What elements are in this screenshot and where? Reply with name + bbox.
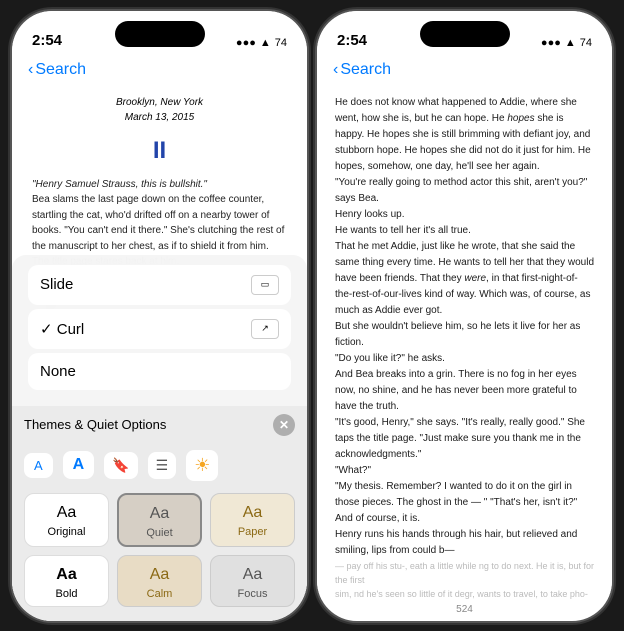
themes-grid: Aa Original Aa Quiet Aa Paper Aa Bold: [12, 487, 307, 621]
battery-icon: 74: [275, 37, 287, 49]
right-para-12: And of course, it is.: [335, 511, 594, 527]
left-back-button[interactable]: ‹ Search: [28, 61, 86, 79]
themes-label: Themes & Quiet Options: [24, 417, 166, 432]
theme-bold[interactable]: Aa Bold: [24, 555, 109, 607]
theme-calm-aa: Aa: [150, 566, 170, 584]
left-status-icons: ●●● ▲ 74: [236, 37, 287, 49]
theme-focus[interactable]: Aa Focus: [210, 555, 295, 607]
theme-quiet-aa: Aa: [150, 505, 170, 523]
curl-icon: ↗: [251, 319, 279, 339]
right-wifi-icon: ▲: [565, 37, 576, 49]
slide-panel: Slide ▭ ✓ Curl ↗ None: [12, 255, 307, 406]
theme-paper[interactable]: Aa Paper: [210, 493, 295, 547]
font-small-button[interactable]: A: [24, 453, 53, 478]
close-button[interactable]: ✕: [273, 414, 295, 436]
left-overlay: Slide ▭ ✓ Curl ↗ None: [12, 255, 307, 621]
dynamic-island: [115, 21, 205, 47]
signal-icon: ●●●: [236, 37, 256, 49]
right-para-4: He wants to tell her it's all true.: [335, 223, 594, 239]
right-para-11: "My thesis. Remember? I wanted to do it …: [335, 479, 594, 511]
theme-original-label: Original: [48, 526, 86, 538]
format-button[interactable]: ☰: [148, 452, 177, 479]
none-label: None: [40, 363, 76, 380]
left-nav-bar: ‹ Search: [12, 55, 307, 85]
left-phone: 2:54 ●●● ▲ 74 ‹ Search Brooklyn, New Yor…: [12, 11, 307, 621]
theme-quiet[interactable]: Aa Quiet: [117, 493, 202, 547]
slide-label: Slide: [40, 276, 73, 293]
book-para-1: "Henry Samuel Strauss, this is bullshit.…: [32, 177, 287, 193]
slide-option-slide[interactable]: Slide ▭: [28, 265, 291, 305]
theme-paper-label: Paper: [238, 526, 267, 538]
slide-option-none[interactable]: None: [28, 353, 291, 390]
right-para-10: "What?": [335, 463, 594, 479]
right-back-chevron: ‹: [333, 61, 338, 79]
right-battery-icon: 74: [580, 37, 592, 49]
right-time: 2:54: [337, 32, 367, 49]
wifi-icon: ▲: [260, 37, 271, 49]
right-back-button[interactable]: ‹ Search: [333, 61, 391, 79]
left-time: 2:54: [32, 32, 62, 49]
right-para-14: — pay off his stu-, eath a little while …: [335, 559, 594, 588]
theme-focus-aa: Aa: [243, 566, 263, 584]
back-chevron: ‹: [28, 61, 33, 79]
book-header: Brooklyn, New York March 13, 2015: [32, 95, 287, 125]
phones-container: 2:54 ●●● ▲ 74 ‹ Search Brooklyn, New Yor…: [12, 11, 612, 621]
slide-icon: ▭: [251, 275, 279, 295]
theme-original[interactable]: Aa Original: [24, 493, 109, 547]
right-book-content: He does not know what happened to Addie,…: [317, 85, 612, 600]
right-phone-content: ‹ Search He does not know what happened …: [317, 55, 612, 621]
right-para-2: "You're really going to method actor thi…: [335, 175, 594, 207]
font-large-button[interactable]: A: [63, 451, 95, 479]
themes-bar: Themes & Quiet Options ✕: [12, 406, 307, 444]
right-para-9: "It's good, Henry," she says. "It's real…: [335, 415, 594, 463]
right-signal-icon: ●●●: [541, 37, 561, 49]
controls-row: A A 🔖 ☰ ☀: [12, 444, 307, 487]
right-para-3: Henry looks up.: [335, 207, 594, 223]
book-chapter: II: [32, 133, 287, 169]
theme-quiet-label: Quiet: [146, 527, 172, 539]
theme-calm[interactable]: Aa Calm: [117, 555, 202, 607]
theme-bold-label: Bold: [55, 588, 77, 600]
right-para-6: But she wouldn't believe him, so he lets…: [335, 319, 594, 351]
theme-bold-aa: Aa: [56, 566, 76, 584]
book-location: Brooklyn, New York: [32, 95, 287, 110]
bookmark-button[interactable]: 🔖: [104, 452, 137, 479]
theme-paper-aa: Aa: [243, 504, 263, 522]
right-dynamic-island: [420, 21, 510, 47]
slide-option-curl[interactable]: ✓ Curl ↗: [28, 309, 291, 349]
right-phone: 2:54 ●●● ▲ 74 ‹ Search He does not know …: [317, 11, 612, 621]
brightness-button[interactable]: ☀: [186, 450, 218, 481]
right-status-icons: ●●● ▲ 74: [541, 37, 592, 49]
right-para-5: That he met Addie, just like he wrote, t…: [335, 239, 594, 319]
right-para-8: And Bea breaks into a grin. There is no …: [335, 367, 594, 415]
book-date: March 13, 2015: [32, 110, 287, 125]
right-nav-bar: ‹ Search: [317, 55, 612, 85]
theme-focus-label: Focus: [238, 588, 268, 600]
right-back-label: Search: [340, 61, 391, 79]
slide-options-list: Slide ▭ ✓ Curl ↗ None: [28, 265, 291, 392]
theme-calm-label: Calm: [147, 588, 173, 600]
right-para-15: sim, nd he's seen so little of it degr, …: [335, 587, 594, 599]
page-number: 524: [317, 600, 612, 621]
right-para-13: Henry runs his hands through his hair, b…: [335, 527, 594, 559]
theme-original-aa: Aa: [57, 504, 77, 522]
right-para-7: "Do you like it?" he asks.: [335, 351, 594, 367]
right-para-1: He does not know what happened to Addie,…: [335, 95, 594, 175]
back-label: Search: [35, 61, 86, 79]
curl-label: ✓ Curl: [40, 320, 84, 338]
left-phone-content: ‹ Search Brooklyn, New York March 13, 20…: [12, 55, 307, 621]
